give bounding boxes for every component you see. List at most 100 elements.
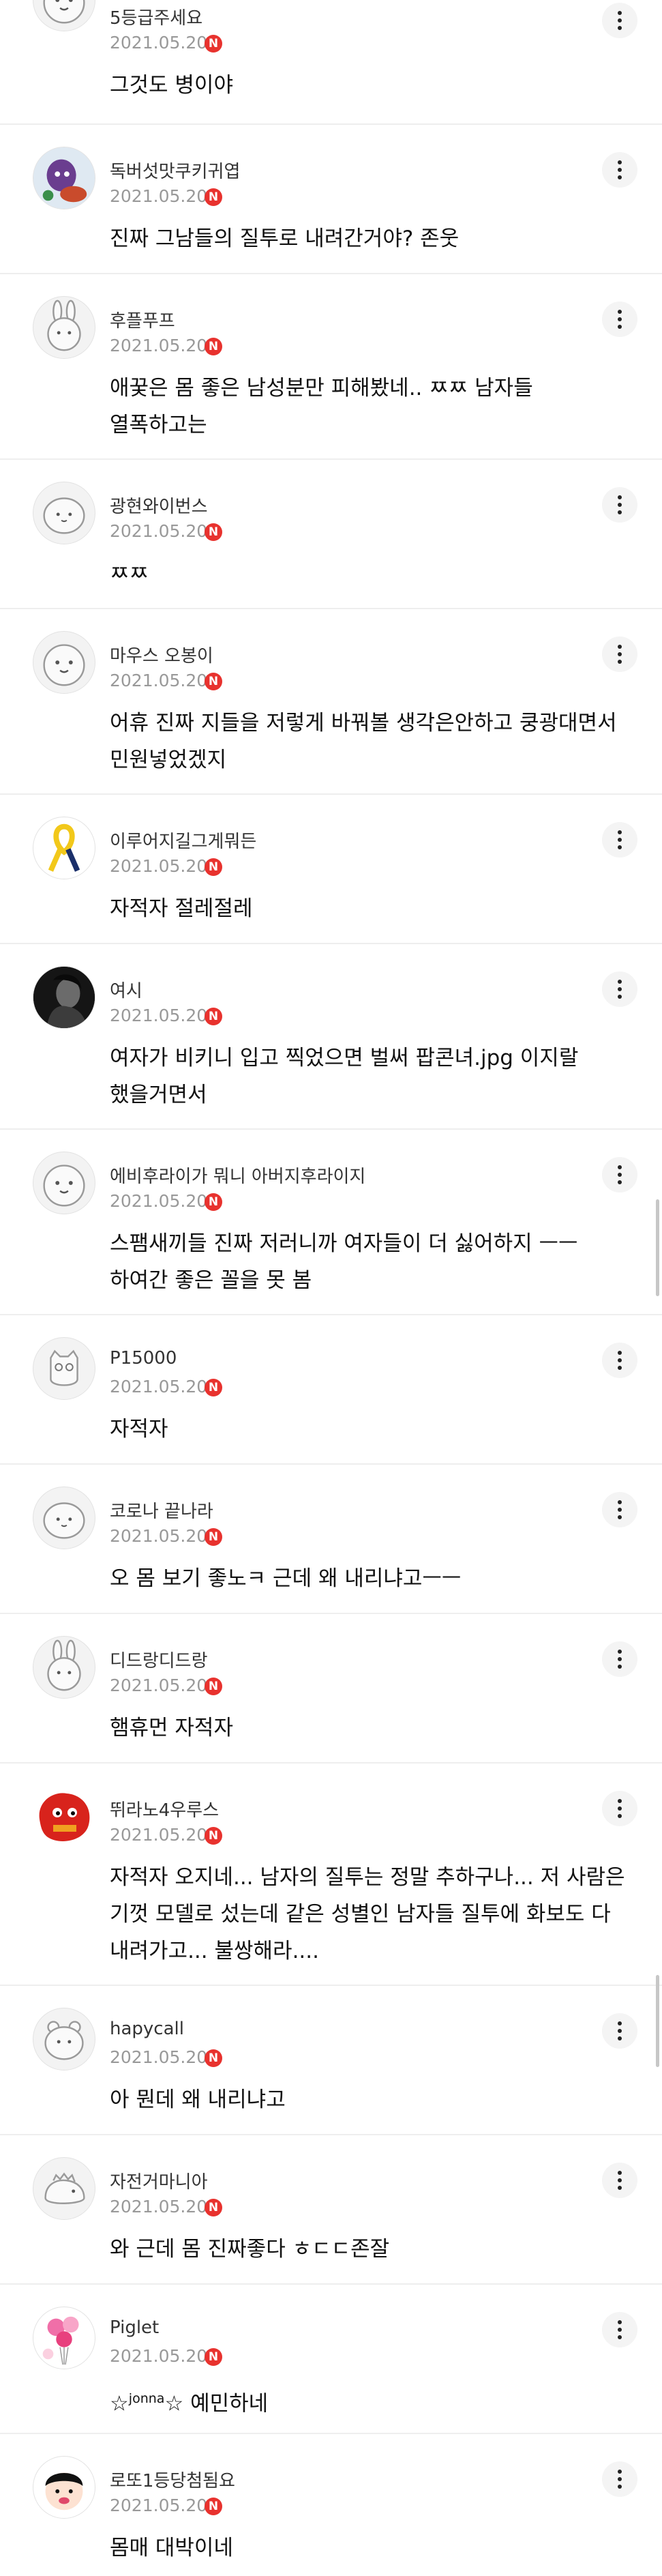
avatar[interactable]: [33, 1487, 95, 1549]
avatar[interactable]: [33, 631, 95, 694]
new-badge: N: [205, 858, 222, 876]
comment-date: 2021.05.20: [110, 33, 208, 53]
new-badge: N: [205, 1193, 222, 1211]
blob-mascot-icon: [43, 1502, 85, 1539]
comment-text: 오 몸 보기 좋노ㅋ 근데 왜 내리냐고ㅡㅡ: [110, 1566, 462, 1591]
comment-nickname[interactable]: 디드랑디드랑: [110, 1647, 208, 1672]
comment-nickname[interactable]: 이루어지길그게뭐든: [110, 828, 256, 853]
comment-item: 자전거마니아 2021.05.20 N 와 근데 몸 진짜좋다 ㅎㄷㄷ존잘: [0, 2134, 662, 2285]
new-badge: N: [205, 1678, 222, 1695]
comment-text-superscript: jonna: [128, 2391, 165, 2406]
comment-item: 5등급주세요 2021.05.20 N 그것도 병이야: [0, 0, 662, 125]
avatar[interactable]: [33, 296, 95, 359]
rabbit-mascot-icon: [47, 1639, 81, 1691]
avatar[interactable]: [33, 2008, 95, 2070]
more-options-button[interactable]: [602, 302, 637, 337]
comment-item: hapycall 2021.05.20 N 아 뭔데 왜 내리냐고: [0, 1985, 662, 2135]
scrollbar-thumb[interactable]: [656, 1975, 659, 2067]
comment-text: 애꿎은 몸 좋은 남성분만 피해봤네.. ㅉㅉ 남자들 열폭하고는: [110, 376, 533, 437]
comment-date: 2021.05.20: [110, 2496, 208, 2515]
comment-nickname[interactable]: 후플푸프: [110, 307, 175, 332]
comment-date: 2021.05.20: [110, 671, 208, 690]
owl-mascot-icon: [50, 1349, 78, 1386]
more-options-button[interactable]: [602, 1492, 637, 1527]
comment-date: 2021.05.20: [110, 2346, 208, 2366]
avatar[interactable]: [33, 2157, 95, 2220]
baby-mascot-icon: [43, 0, 85, 24]
avatar[interactable]: [33, 966, 95, 1029]
rabbit-mascot-icon: [47, 299, 81, 351]
comment-date: 2021.05.20: [110, 1006, 208, 1025]
pink-balloons-icon: [42, 2316, 79, 2365]
comment-text: ㅉㅉ: [110, 561, 149, 586]
comment-text: 자적자 오지네... 남자의 질투는 정말 추하구나... 저 사람은 기껏 모…: [110, 1865, 625, 1963]
comment-item: 여시 2021.05.20 N 여자가 비키니 입고 찍었으면 벌써 팝콘녀.j…: [0, 943, 662, 1130]
comment-date: 2021.05.20: [110, 521, 208, 541]
comment-text: 그것도 병이야: [110, 73, 233, 98]
more-options-button[interactable]: [602, 1157, 637, 1192]
more-options-button[interactable]: [602, 152, 637, 188]
comment-nickname[interactable]: Piglet: [110, 2317, 159, 2338]
comment-text: 어휴 진짜 지들을 저렇게 바꿔볼 생각은안하고 쿵광대면서 민원넣었겠지: [110, 711, 617, 772]
comment-item: 이루어지길그게뭐든 2021.05.20 N 자적자 절레절레: [0, 793, 662, 944]
comment-text: 자적자 절레절레: [110, 896, 253, 921]
comment-date: 2021.05.20: [110, 186, 208, 206]
comment-nickname[interactable]: 뛰라노4우루스: [110, 1796, 219, 1821]
comment-item: Piglet 2021.05.20 N ☆jonna☆ 예민하네: [0, 2283, 662, 2434]
comment-text-prefix: ☆: [110, 2391, 129, 2416]
more-options-button[interactable]: [602, 636, 637, 672]
more-options-button[interactable]: [602, 2312, 637, 2347]
more-options-button[interactable]: [602, 1641, 637, 1677]
more-options-button[interactable]: [602, 487, 637, 523]
new-badge: N: [205, 2498, 222, 2515]
comment-date: 2021.05.20: [110, 336, 208, 355]
avatar[interactable]: [33, 817, 95, 879]
avatar[interactable]: [33, 1785, 95, 1848]
more-options-button[interactable]: [602, 2013, 637, 2049]
cartoon-face-icon: [45, 2472, 83, 2511]
comment-nickname[interactable]: 독버섯맛쿠키귀엽: [110, 158, 240, 183]
scrollbar-thumb[interactable]: [656, 1199, 659, 1296]
comment-nickname[interactable]: 광현와이번스: [110, 493, 208, 518]
comment-nickname[interactable]: 로또1등당첨됨요: [110, 2467, 235, 2492]
avatar[interactable]: [33, 482, 95, 544]
comment-nickname[interactable]: 코로나 끝나라: [110, 1497, 213, 1523]
avatar[interactable]: [33, 0, 95, 31]
cookie-character-icon: [33, 147, 95, 209]
comment-text: ☆jonna☆ 예민하네: [110, 2380, 628, 2422]
comment-nickname[interactable]: 마우스 오봉이: [110, 642, 213, 667]
comment-date: 2021.05.20: [110, 1191, 208, 1211]
comment-text-suffix: ☆ 예민하네: [164, 2391, 269, 2416]
more-options-button[interactable]: [602, 822, 637, 858]
avatar[interactable]: [33, 1337, 95, 1400]
comment-date: 2021.05.20: [110, 1825, 208, 1845]
comment-text: 진짜 그남들의 질투로 내려간거야? 존웃: [110, 226, 460, 251]
more-options-button[interactable]: [602, 971, 637, 1007]
new-badge: N: [205, 1528, 222, 1546]
comment-nickname[interactable]: 자전거마니아: [110, 2168, 208, 2193]
avatar[interactable]: [33, 2456, 95, 2519]
avatar[interactable]: [33, 2307, 95, 2369]
more-options-button[interactable]: [602, 1791, 637, 1826]
more-options-button[interactable]: [602, 2163, 637, 2198]
comment-nickname[interactable]: 여시: [110, 977, 142, 1002]
comment-nickname[interactable]: 5등급주세요: [110, 4, 202, 29]
more-options-button[interactable]: [602, 3, 637, 38]
new-badge: N: [205, 1827, 222, 1845]
avatar[interactable]: [33, 1152, 95, 1214]
more-options-button[interactable]: [602, 2461, 637, 2497]
avatar[interactable]: [33, 1636, 95, 1699]
more-options-button[interactable]: [602, 1343, 637, 1378]
comment-nickname[interactable]: hapycall: [110, 2019, 184, 2039]
comment-text: 스팸새끼들 진짜 저러니까 여자들이 더 싫어하지 ㅡㅡ 하여간 좋은 꼴을 못…: [110, 1231, 578, 1293]
hamster-mascot-icon: [44, 2021, 84, 2060]
comment-item: P15000 2021.05.20 N 자적자: [0, 1314, 662, 1465]
comment-nickname[interactable]: P15000: [110, 1348, 177, 1368]
comment-date: 2021.05.20: [110, 2197, 208, 2216]
comment-text: 여자가 비키니 입고 찍었으면 벌써 팝콘녀.jpg 이지랄 했을거면서: [110, 1046, 579, 1107]
comment-text: 와 근데 몸 진짜좋다 ㅎㄷㄷ존잘: [110, 2237, 390, 2262]
avatar[interactable]: [33, 147, 95, 209]
comment-date: 2021.05.20: [110, 1377, 208, 1396]
comment-item: 에비후라이가 뭐니 아버지후라이지 2021.05.20 N 스팸새끼들 진짜 …: [0, 1128, 662, 1315]
comment-nickname[interactable]: 에비후라이가 뭐니 아버지후라이지: [110, 1162, 365, 1188]
